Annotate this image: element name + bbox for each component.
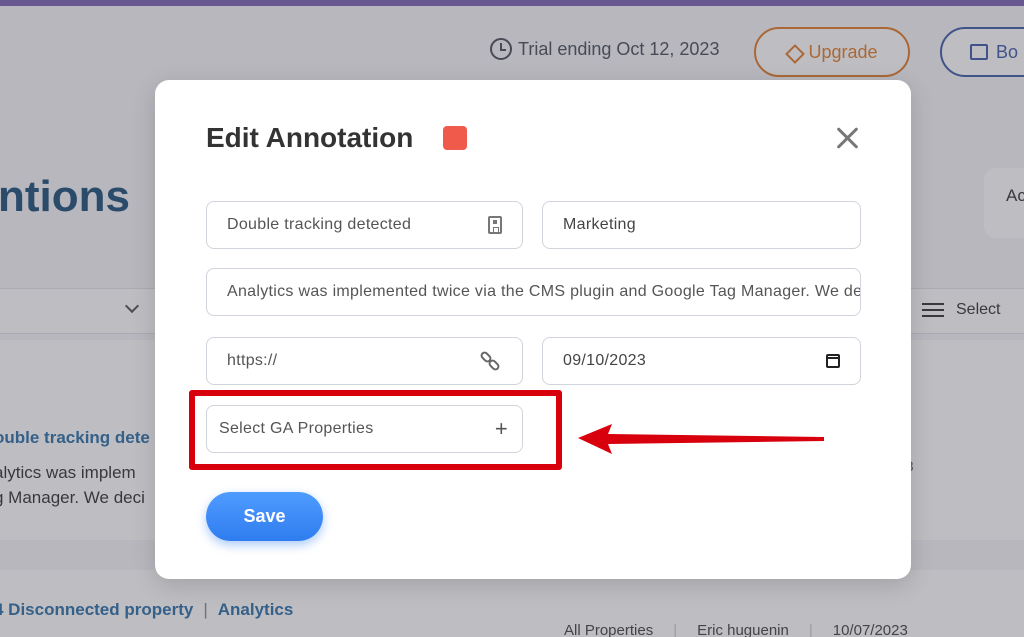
- modal-title: Edit Annotation: [206, 122, 414, 153]
- close-icon[interactable]: [835, 125, 861, 151]
- category-input-value: Marketing: [563, 216, 636, 233]
- calendar-icon[interactable]: [826, 354, 840, 368]
- url-input[interactable]: https://: [206, 337, 523, 385]
- badge-icon: [488, 216, 502, 234]
- highlight-box: [189, 390, 562, 470]
- description-input[interactable]: Analytics was implemented twice via the …: [206, 268, 861, 316]
- link-icon: [478, 349, 502, 373]
- edit-annotation-modal: Edit Annotation Double tracking detected…: [155, 80, 911, 579]
- description-input-value: Analytics was implemented twice via the …: [227, 283, 861, 300]
- title-input[interactable]: Double tracking detected: [206, 201, 523, 249]
- red-arrow-icon: [578, 424, 824, 454]
- date-input-value: 09/10/2023: [563, 352, 647, 369]
- url-input-placeholder: https://: [227, 352, 278, 369]
- color-swatch[interactable]: [443, 126, 467, 150]
- date-input[interactable]: 09/10/2023: [542, 337, 861, 385]
- title-input-value: Double tracking detected: [227, 216, 412, 233]
- save-button[interactable]: Save: [206, 492, 323, 541]
- category-input[interactable]: Marketing: [542, 201, 861, 249]
